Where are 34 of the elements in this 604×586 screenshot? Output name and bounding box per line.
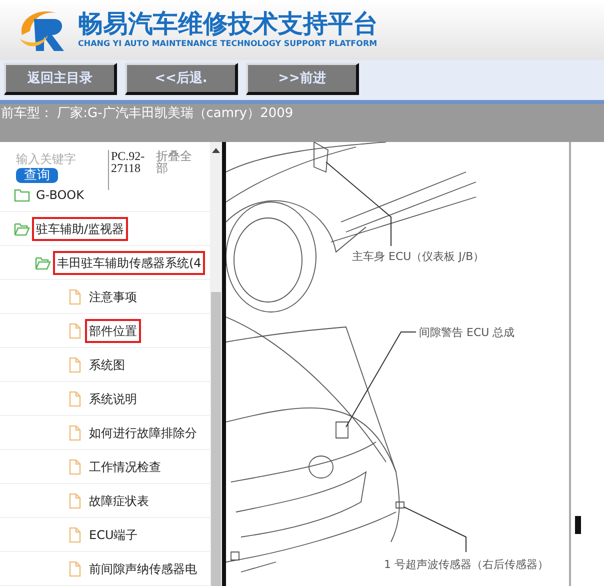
document-icon (67, 288, 83, 304)
part-code: PC.92-27118 (108, 150, 152, 190)
document-icon (67, 458, 83, 474)
tree-item[interactable]: 系统图 (87, 354, 127, 374)
page-marker-icon (575, 516, 581, 534)
document-icon (67, 560, 83, 576)
tree-item[interactable]: 前间隙声纳传感器电 (87, 558, 199, 578)
document-icon (67, 356, 83, 372)
tree-item[interactable]: G-BOOK (34, 184, 86, 204)
tree-item[interactable]: 注意事项 (87, 286, 139, 306)
tree-item[interactable]: 驻车辅助/监视器 (34, 218, 126, 238)
tree-item[interactable]: 如何进行故障排除分 (87, 422, 199, 442)
callout-label: 主车身 ECU（仪表板 J/B） (352, 250, 484, 263)
tree-item[interactable]: 丰田驻车辅助传感器系统(4 (55, 252, 204, 272)
document-icon (67, 492, 83, 508)
leader-line (404, 506, 466, 552)
document-icon (67, 390, 83, 406)
scrollbar-thumb[interactable] (211, 292, 221, 586)
search-button[interactable]: 查询 (16, 168, 58, 183)
scroll-up-icon[interactable] (211, 146, 221, 154)
tree-item[interactable]: ECU端子 (87, 524, 140, 544)
tree-item[interactable]: 工作情况检查 (87, 456, 163, 476)
site-title: 畅易汽车维修技术支持平台 (78, 10, 378, 38)
document-icon (67, 322, 83, 338)
document-icon (67, 526, 83, 542)
collapse-all-link[interactable]: 折叠全部 (156, 150, 194, 190)
callout-label: 1 号超声波传感器（右后传感器） (384, 558, 548, 571)
callout-label: 间隙警告 ECU 总成 (419, 326, 515, 339)
tree-item[interactable]: 部件位置 (87, 320, 139, 340)
tree-item[interactable]: 故障症状表 (87, 490, 151, 510)
tree-item[interactable]: 系统说明 (87, 388, 139, 408)
current-vehicle-text: 前车型： 厂家:G-广汽丰田凯美瑞（camry）2009 (1, 106, 294, 121)
site-subtitle: CHANG YI AUTO MAINTENANCE TECHNOLOGY SUPPORT PLATFORM (78, 38, 378, 50)
document-icon (67, 424, 83, 440)
